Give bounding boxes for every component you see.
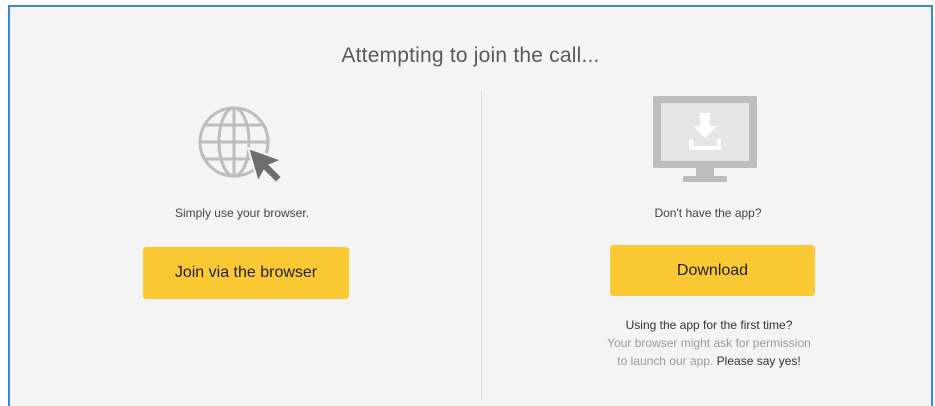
globe-cursor-icon xyxy=(196,104,286,186)
download-button[interactable]: Download xyxy=(610,245,815,296)
page-title: Attempting to join the call... xyxy=(341,44,600,67)
note-please-say-yes: Please say yes! xyxy=(716,354,801,368)
note-line-2: Your browser might ask for permission xyxy=(607,336,811,350)
column-divider xyxy=(481,90,482,401)
first-time-note: Using the app for the first time? Your b… xyxy=(573,316,845,370)
app-caption: Don't have the app? xyxy=(654,206,762,220)
join-via-browser-button[interactable]: Join via the browser xyxy=(143,247,349,299)
browser-caption: Simply use your browser. xyxy=(174,206,310,220)
note-line-1: Using the app for the first time? xyxy=(625,318,793,332)
monitor-download-icon xyxy=(651,94,759,184)
note-line-3-prefix: to launch our app. xyxy=(617,354,717,368)
note-line-3: to launch our app. Please say yes! xyxy=(573,352,845,370)
